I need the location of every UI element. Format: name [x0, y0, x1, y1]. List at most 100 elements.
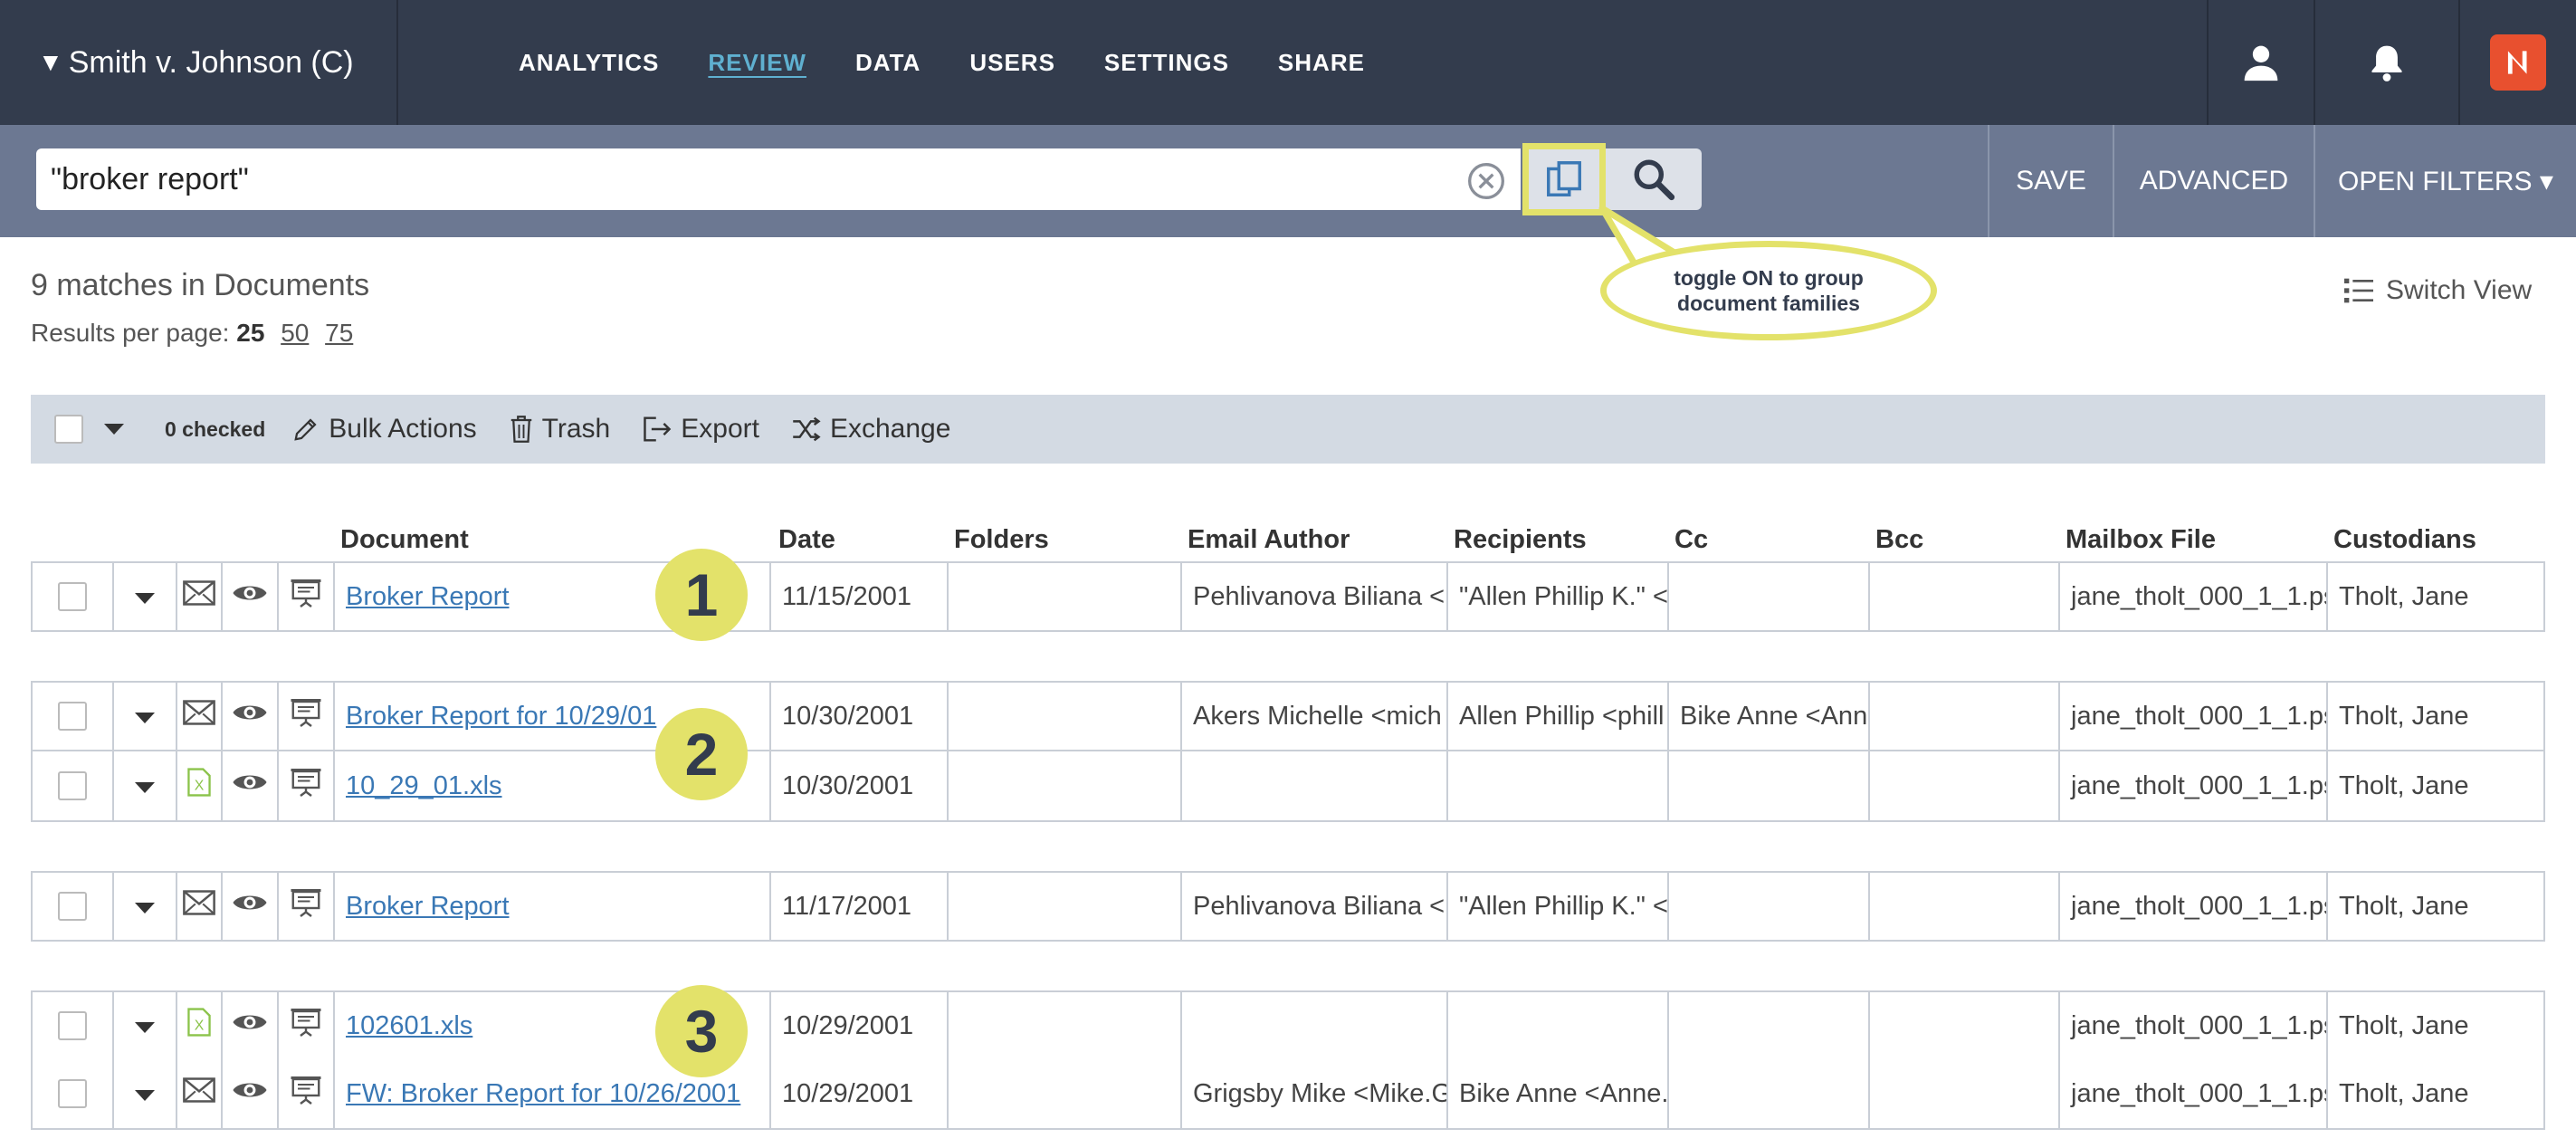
- eye-icon[interactable]: [232, 1078, 268, 1109]
- row-menu-cell: [112, 873, 176, 940]
- row-checkbox[interactable]: [58, 1011, 87, 1040]
- row-checkbox[interactable]: [58, 892, 87, 921]
- eye-icon[interactable]: [232, 891, 268, 922]
- clear-search-button[interactable]: [1466, 161, 1506, 201]
- notifications-button[interactable]: [2314, 0, 2458, 125]
- row-checkbox[interactable]: [58, 771, 87, 800]
- search-input[interactable]: [36, 148, 1521, 210]
- cell-author: [1180, 751, 1446, 820]
- column-header-email-author[interactable]: Email Author: [1188, 525, 1350, 555]
- nav-data[interactable]: DATA: [855, 49, 921, 77]
- nav-settings[interactable]: SETTINGS: [1104, 49, 1229, 77]
- presentation-icon[interactable]: [290, 578, 322, 616]
- case-selector[interactable]: ▼ Smith v. Johnson (C): [0, 0, 398, 125]
- exchange-label: Exchange: [829, 414, 951, 444]
- row-type-cell: [176, 1059, 221, 1128]
- family-badge-2: 2: [655, 708, 748, 800]
- document-link[interactable]: Broker Report: [346, 892, 510, 922]
- row-type-cell: [176, 873, 221, 940]
- column-header-bcc[interactable]: Bcc: [1875, 525, 1923, 555]
- cell-cc: [1667, 873, 1868, 940]
- save-search-button[interactable]: SAVE: [1988, 125, 2113, 237]
- document-link[interactable]: 102601.xls: [346, 1011, 472, 1041]
- cell-custodians: Tholt, Jane: [2326, 751, 2547, 820]
- caret-down-icon[interactable]: [134, 582, 156, 612]
- cell-bcc: [1868, 1059, 2058, 1128]
- nav-review[interactable]: REVIEW: [708, 49, 806, 77]
- column-header-recipients[interactable]: Recipients: [1454, 525, 1587, 555]
- row-checkbox[interactable]: [58, 582, 87, 611]
- row-view-cell: [221, 992, 277, 1059]
- cell-cc: [1667, 1059, 1868, 1128]
- eye-icon[interactable]: [232, 581, 268, 612]
- select-all-checkbox[interactable]: [54, 415, 83, 444]
- cell-value: Tholt, Jane: [2339, 581, 2469, 611]
- row-type-cell: X: [176, 992, 221, 1059]
- row-menu-cell: [112, 1059, 176, 1128]
- row-present-cell: [277, 563, 333, 630]
- column-header-custodians[interactable]: Custodians: [2333, 525, 2476, 555]
- bulk-actions-label: Bulk Actions: [329, 414, 477, 444]
- presentation-icon[interactable]: [290, 887, 322, 925]
- row-checkbox[interactable]: [58, 1079, 87, 1108]
- search-button[interactable]: [1606, 148, 1702, 210]
- cell-author: [1180, 992, 1446, 1059]
- presentation-icon[interactable]: [290, 1007, 322, 1045]
- row-view-cell: [221, 563, 277, 630]
- cell-value: Tholt, Jane: [2339, 1078, 2469, 1108]
- per-page-50[interactable]: 50: [281, 319, 309, 347]
- row-checkbox-cell: [33, 873, 112, 940]
- nav-users[interactable]: USERS: [969, 49, 1055, 77]
- presentation-icon[interactable]: [290, 767, 322, 805]
- trash-button[interactable]: Trash: [510, 414, 610, 445]
- eye-icon[interactable]: [232, 770, 268, 801]
- cell-author: Akers Michelle <mich: [1180, 683, 1446, 750]
- caret-down-icon[interactable]: [134, 892, 156, 922]
- nav-share[interactable]: SHARE: [1278, 49, 1365, 77]
- cell-custodians: Tholt, Jane: [2326, 1059, 2547, 1128]
- table-row[interactable]: FW: Broker Report for 10/26/2001 10/29/20…: [31, 1059, 2545, 1130]
- presentation-icon[interactable]: [290, 697, 322, 735]
- row-view-cell: [221, 751, 277, 820]
- caret-down-icon[interactable]: [134, 1079, 156, 1109]
- switch-view-button[interactable]: Switch View: [2344, 275, 2532, 306]
- row-type-cell: [176, 683, 221, 750]
- cell-value: jane_tholt_000_1_1.ps: [2071, 1010, 2326, 1040]
- document-link[interactable]: 10_29_01.xls: [346, 771, 502, 801]
- table-row[interactable]: Broker Report 11/17/2001 Pehlivanova Bilia…: [31, 871, 2545, 942]
- table-row[interactable]: X 102601.xls 10/29/2001 jane_tholt_000_1_1.…: [31, 990, 2545, 1061]
- column-header-folders[interactable]: Folders: [954, 525, 1049, 555]
- advanced-search-button[interactable]: ADVANCED: [2113, 125, 2314, 237]
- column-header-mailbox-file[interactable]: Mailbox File: [2066, 525, 2216, 555]
- document-link[interactable]: Broker Report for 10/29/01: [346, 702, 656, 732]
- cell-value: Tholt, Jane: [2339, 891, 2469, 921]
- document-link[interactable]: Broker Report: [346, 582, 510, 612]
- presentation-icon[interactable]: [290, 1075, 322, 1113]
- per-page-75[interactable]: 75: [325, 319, 353, 347]
- document-link[interactable]: FW: Broker Report for 10/26/2001: [346, 1079, 740, 1109]
- column-header-cc[interactable]: Cc: [1674, 525, 1708, 555]
- export-button[interactable]: Export: [643, 414, 759, 445]
- callout-line-1: toggle ON to group: [1674, 266, 1864, 290]
- table-row[interactable]: Broker Report 11/15/2001 Pehlivanova Bilia…: [31, 561, 2545, 632]
- caret-down-icon[interactable]: [134, 771, 156, 801]
- eye-icon[interactable]: [232, 1010, 268, 1041]
- column-header-document[interactable]: Document: [340, 525, 469, 555]
- user-button[interactable]: [2207, 0, 2314, 125]
- cell-document: Broker Report: [333, 873, 769, 940]
- column-header-date[interactable]: Date: [778, 525, 835, 555]
- exchange-button[interactable]: Exchange: [792, 414, 950, 445]
- caret-down-icon[interactable]: [103, 423, 125, 435]
- row-checkbox[interactable]: [58, 702, 87, 731]
- table-row[interactable]: X 10_29_01.xls 10/30/2001 jane_tholt_000_1_…: [31, 751, 2545, 822]
- caret-down-icon[interactable]: [134, 702, 156, 732]
- open-filters-button[interactable]: OPEN FILTERS ▾: [2314, 125, 2576, 237]
- app-logo-button[interactable]: [2458, 0, 2576, 125]
- eye-icon[interactable]: [232, 701, 268, 732]
- envelope-icon: [183, 580, 215, 613]
- table-row[interactable]: Broker Report for 10/29/01 10/30/2001 Aker…: [31, 681, 2545, 751]
- nav-analytics[interactable]: ANALYTICS: [519, 49, 659, 77]
- cell-recipients: Allen Phillip <phill: [1446, 683, 1667, 750]
- caret-down-icon[interactable]: [134, 1011, 156, 1041]
- bulk-actions-button[interactable]: Bulk Actions: [292, 414, 477, 445]
